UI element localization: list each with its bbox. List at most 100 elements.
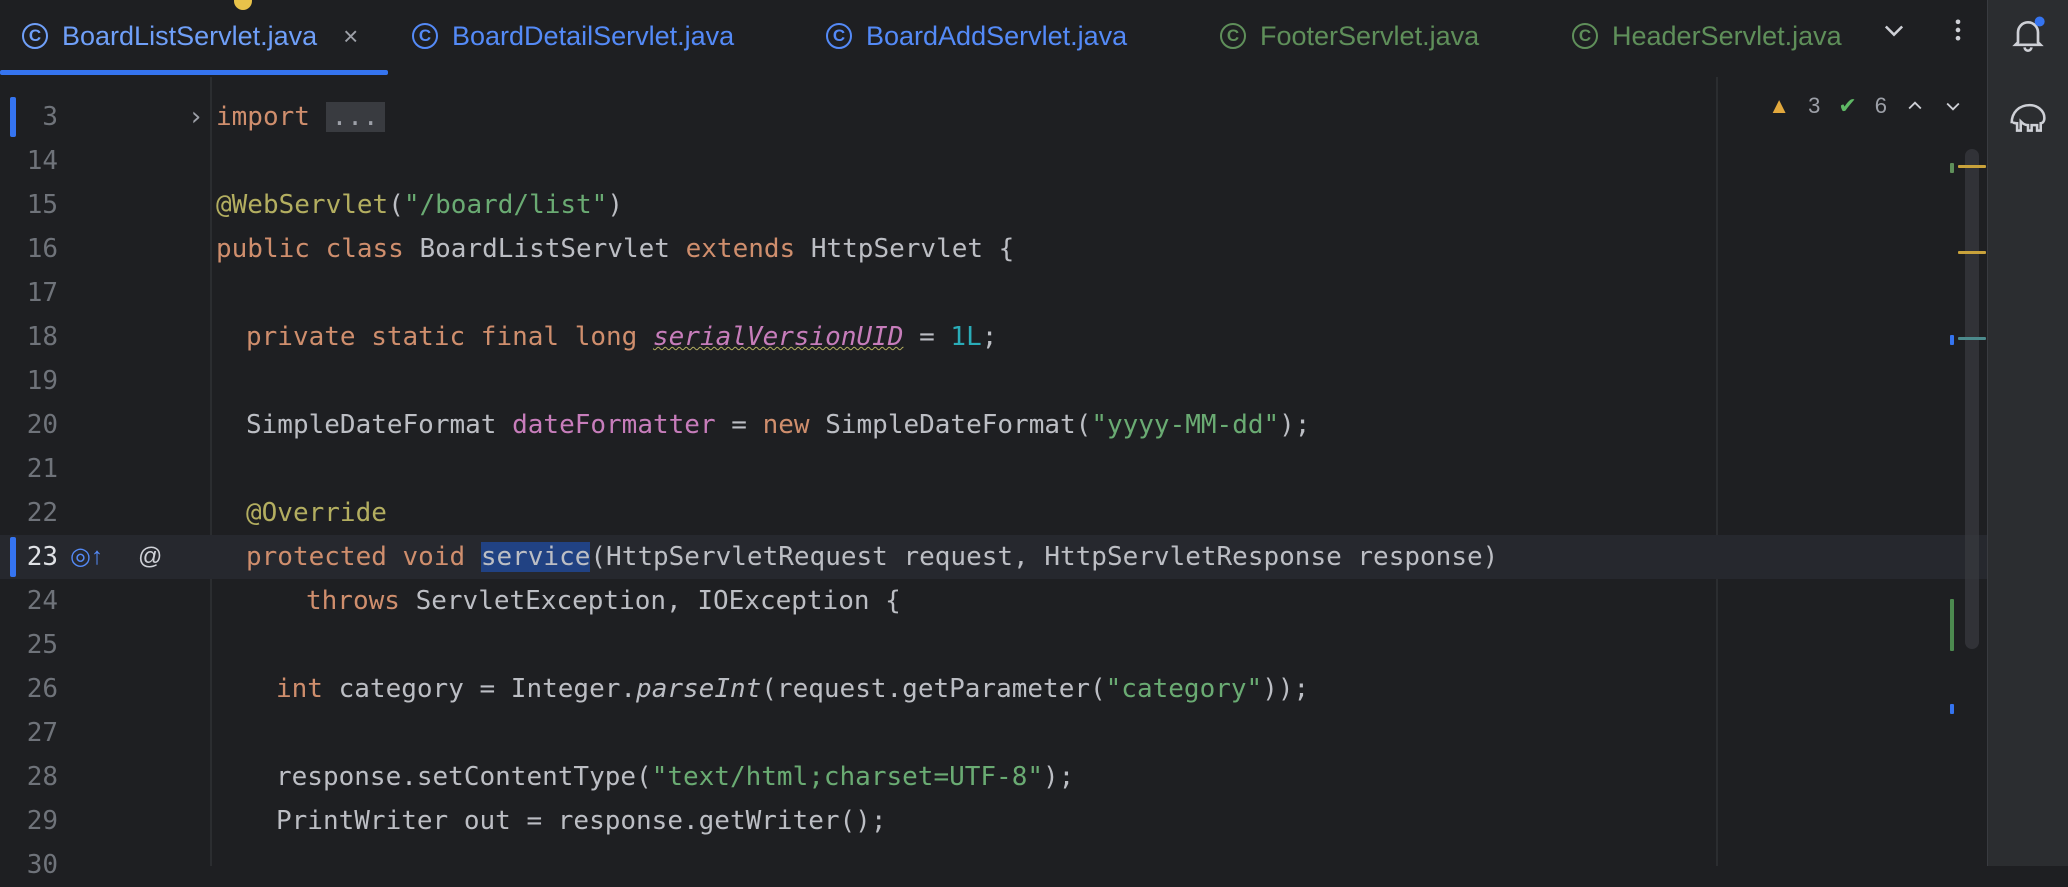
operator: = <box>715 410 763 440</box>
code-text: ); <box>1043 762 1075 792</box>
line-number: 26 <box>26 674 58 704</box>
code-line: 19 <box>0 359 1987 403</box>
line-number: 15 <box>26 190 58 220</box>
line-number: 28 <box>26 762 58 792</box>
tab-label: BoardAddServlet.java <box>866 20 1128 51</box>
more-vertical-icon[interactable] <box>1944 16 1972 44</box>
tab-boardaddservlet[interactable]: C BoardAddServlet.java <box>826 0 1127 72</box>
class-icon: C <box>22 23 48 49</box>
selected-method-name[interactable]: service <box>480 542 591 572</box>
tab-label: BoardListServlet.java <box>62 20 318 51</box>
line-number: 22 <box>26 498 58 528</box>
keyword: int <box>276 674 323 704</box>
line-number: 3 <box>42 102 58 132</box>
line-number: 20 <box>26 410 58 440</box>
keyword: throws <box>306 586 400 616</box>
line-number: 18 <box>26 322 58 352</box>
tab-label: BoardDetailServlet.java <box>452 20 735 51</box>
annotation: @WebServlet <box>216 190 389 220</box>
annotation-gutter-icon[interactable]: @ <box>138 535 162 579</box>
folded-imports[interactable]: ... <box>325 102 385 132</box>
code-line: 27 <box>0 711 1987 755</box>
change-stripe <box>1950 335 1954 345</box>
notifications-bell-icon[interactable] <box>2008 14 2048 54</box>
code-line: 26 int category = Integer.parseInt(reque… <box>0 667 1987 711</box>
tab-footerservlet[interactable]: C FooterServlet.java <box>1220 0 1479 72</box>
warning-stripe[interactable] <box>1958 165 1986 168</box>
code-line: 20 SimpleDateFormat dateFormatter = new … <box>0 403 1987 447</box>
class-name: BoardListServlet <box>403 234 686 264</box>
code-text: ); <box>1279 410 1311 440</box>
database-elephant-icon[interactable] <box>2006 96 2050 136</box>
code-line: 15 @WebServlet("/board/list") <box>0 183 1987 227</box>
code-text: category = Integer. <box>322 674 637 704</box>
code-line: 29 PrintWriter out = response.getWriter(… <box>0 799 1987 843</box>
editor-tab-bar: C BoardListServlet.java × C BoardDetailS… <box>0 0 1987 79</box>
code-text: SimpleDateFormat( <box>809 410 1092 440</box>
tab-boardlistservlet[interactable]: C BoardListServlet.java × <box>22 0 358 72</box>
tab-tools <box>1880 16 1972 44</box>
paren: ) <box>607 190 623 220</box>
static-method: parseInt <box>636 674 762 704</box>
override-method-icon[interactable]: ◎↑ <box>70 535 103 579</box>
tab-label: HeaderServlet.java <box>1612 20 1842 51</box>
code-text: (HttpServletRequest request, HttpServlet… <box>590 542 1499 572</box>
class-icon: C <box>826 23 852 49</box>
code-line: 16 public class BoardListServlet extends… <box>0 227 1987 271</box>
keyword: private static final long <box>246 322 653 352</box>
line-number: 29 <box>26 806 58 836</box>
type-name: SimpleDateFormat <box>246 410 513 440</box>
line-number: 19 <box>26 366 58 396</box>
line-number: 23 <box>26 542 58 572</box>
line-number: 30 <box>26 850 58 880</box>
number-literal: 1L <box>950 322 982 352</box>
keyword: new <box>762 410 810 440</box>
annotation: @Override <box>246 498 387 528</box>
code-line: 24 throws ServletException, IOException … <box>0 579 1987 623</box>
code-text: )); <box>1262 674 1310 704</box>
vertical-scrollbar[interactable] <box>1965 149 1979 649</box>
string-literal: "/board/list" <box>403 190 608 220</box>
code-line: 21 <box>0 447 1987 491</box>
line-number: 25 <box>26 630 58 660</box>
line-number: 14 <box>26 146 58 176</box>
keyword: import <box>216 102 310 132</box>
fold-chevron-icon[interactable]: › <box>188 95 204 139</box>
code-line-partial <box>0 69 1987 75</box>
operator: = <box>903 322 951 352</box>
code-text: HttpServlet { <box>795 234 1015 264</box>
code-line: 17 <box>0 271 1987 315</box>
close-icon[interactable]: × <box>343 21 358 52</box>
warning-stripe[interactable] <box>1958 251 1986 254</box>
code-line: 3 › import ... <box>0 95 1987 139</box>
code-text: ServletException, IOException { <box>399 586 901 616</box>
tab-boarddetailservlet[interactable]: C BoardDetailServlet.java <box>412 0 734 72</box>
tab-headerservlet[interactable]: C HeaderServlet.java <box>1572 0 1842 72</box>
string-literal: "yyyy-MM-dd" <box>1091 410 1280 440</box>
code-line: 28 response.setContentType("text/html;ch… <box>0 755 1987 799</box>
static-field: serialVersionUID <box>653 322 904 352</box>
code-line: 14 <box>0 139 1987 183</box>
code-text: PrintWriter out = response.getWriter(); <box>276 806 887 836</box>
code-line: 30 <box>0 843 1987 887</box>
code-text: ; <box>981 322 998 352</box>
keyword: protected void <box>246 542 481 572</box>
line-number: 24 <box>26 586 58 616</box>
info-stripe[interactable] <box>1958 337 1986 340</box>
line-number: 27 <box>26 718 58 748</box>
chevron-down-icon[interactable] <box>1880 16 1908 44</box>
code-line: 25 <box>0 623 1987 667</box>
tab-label: FooterServlet.java <box>1260 20 1480 51</box>
change-stripe <box>1950 599 1954 651</box>
line-number: 16 <box>26 234 58 264</box>
line-number: 17 <box>26 278 58 308</box>
code-text: (request.getParameter( <box>761 674 1106 704</box>
keyword: public class <box>216 234 404 264</box>
code-line: 18 private static final long serialVersi… <box>0 315 1987 359</box>
code-editor[interactable]: ▲ 3 ✔ 6 3 › import ... 14 15 @WebServlet… <box>0 0 1987 880</box>
string-literal: "text/html;charset=UTF-8" <box>651 762 1044 792</box>
field: dateFormatter <box>512 410 716 440</box>
class-icon: C <box>1572 23 1598 49</box>
change-stripe <box>1950 704 1954 714</box>
string-literal: "category" <box>1105 674 1263 704</box>
